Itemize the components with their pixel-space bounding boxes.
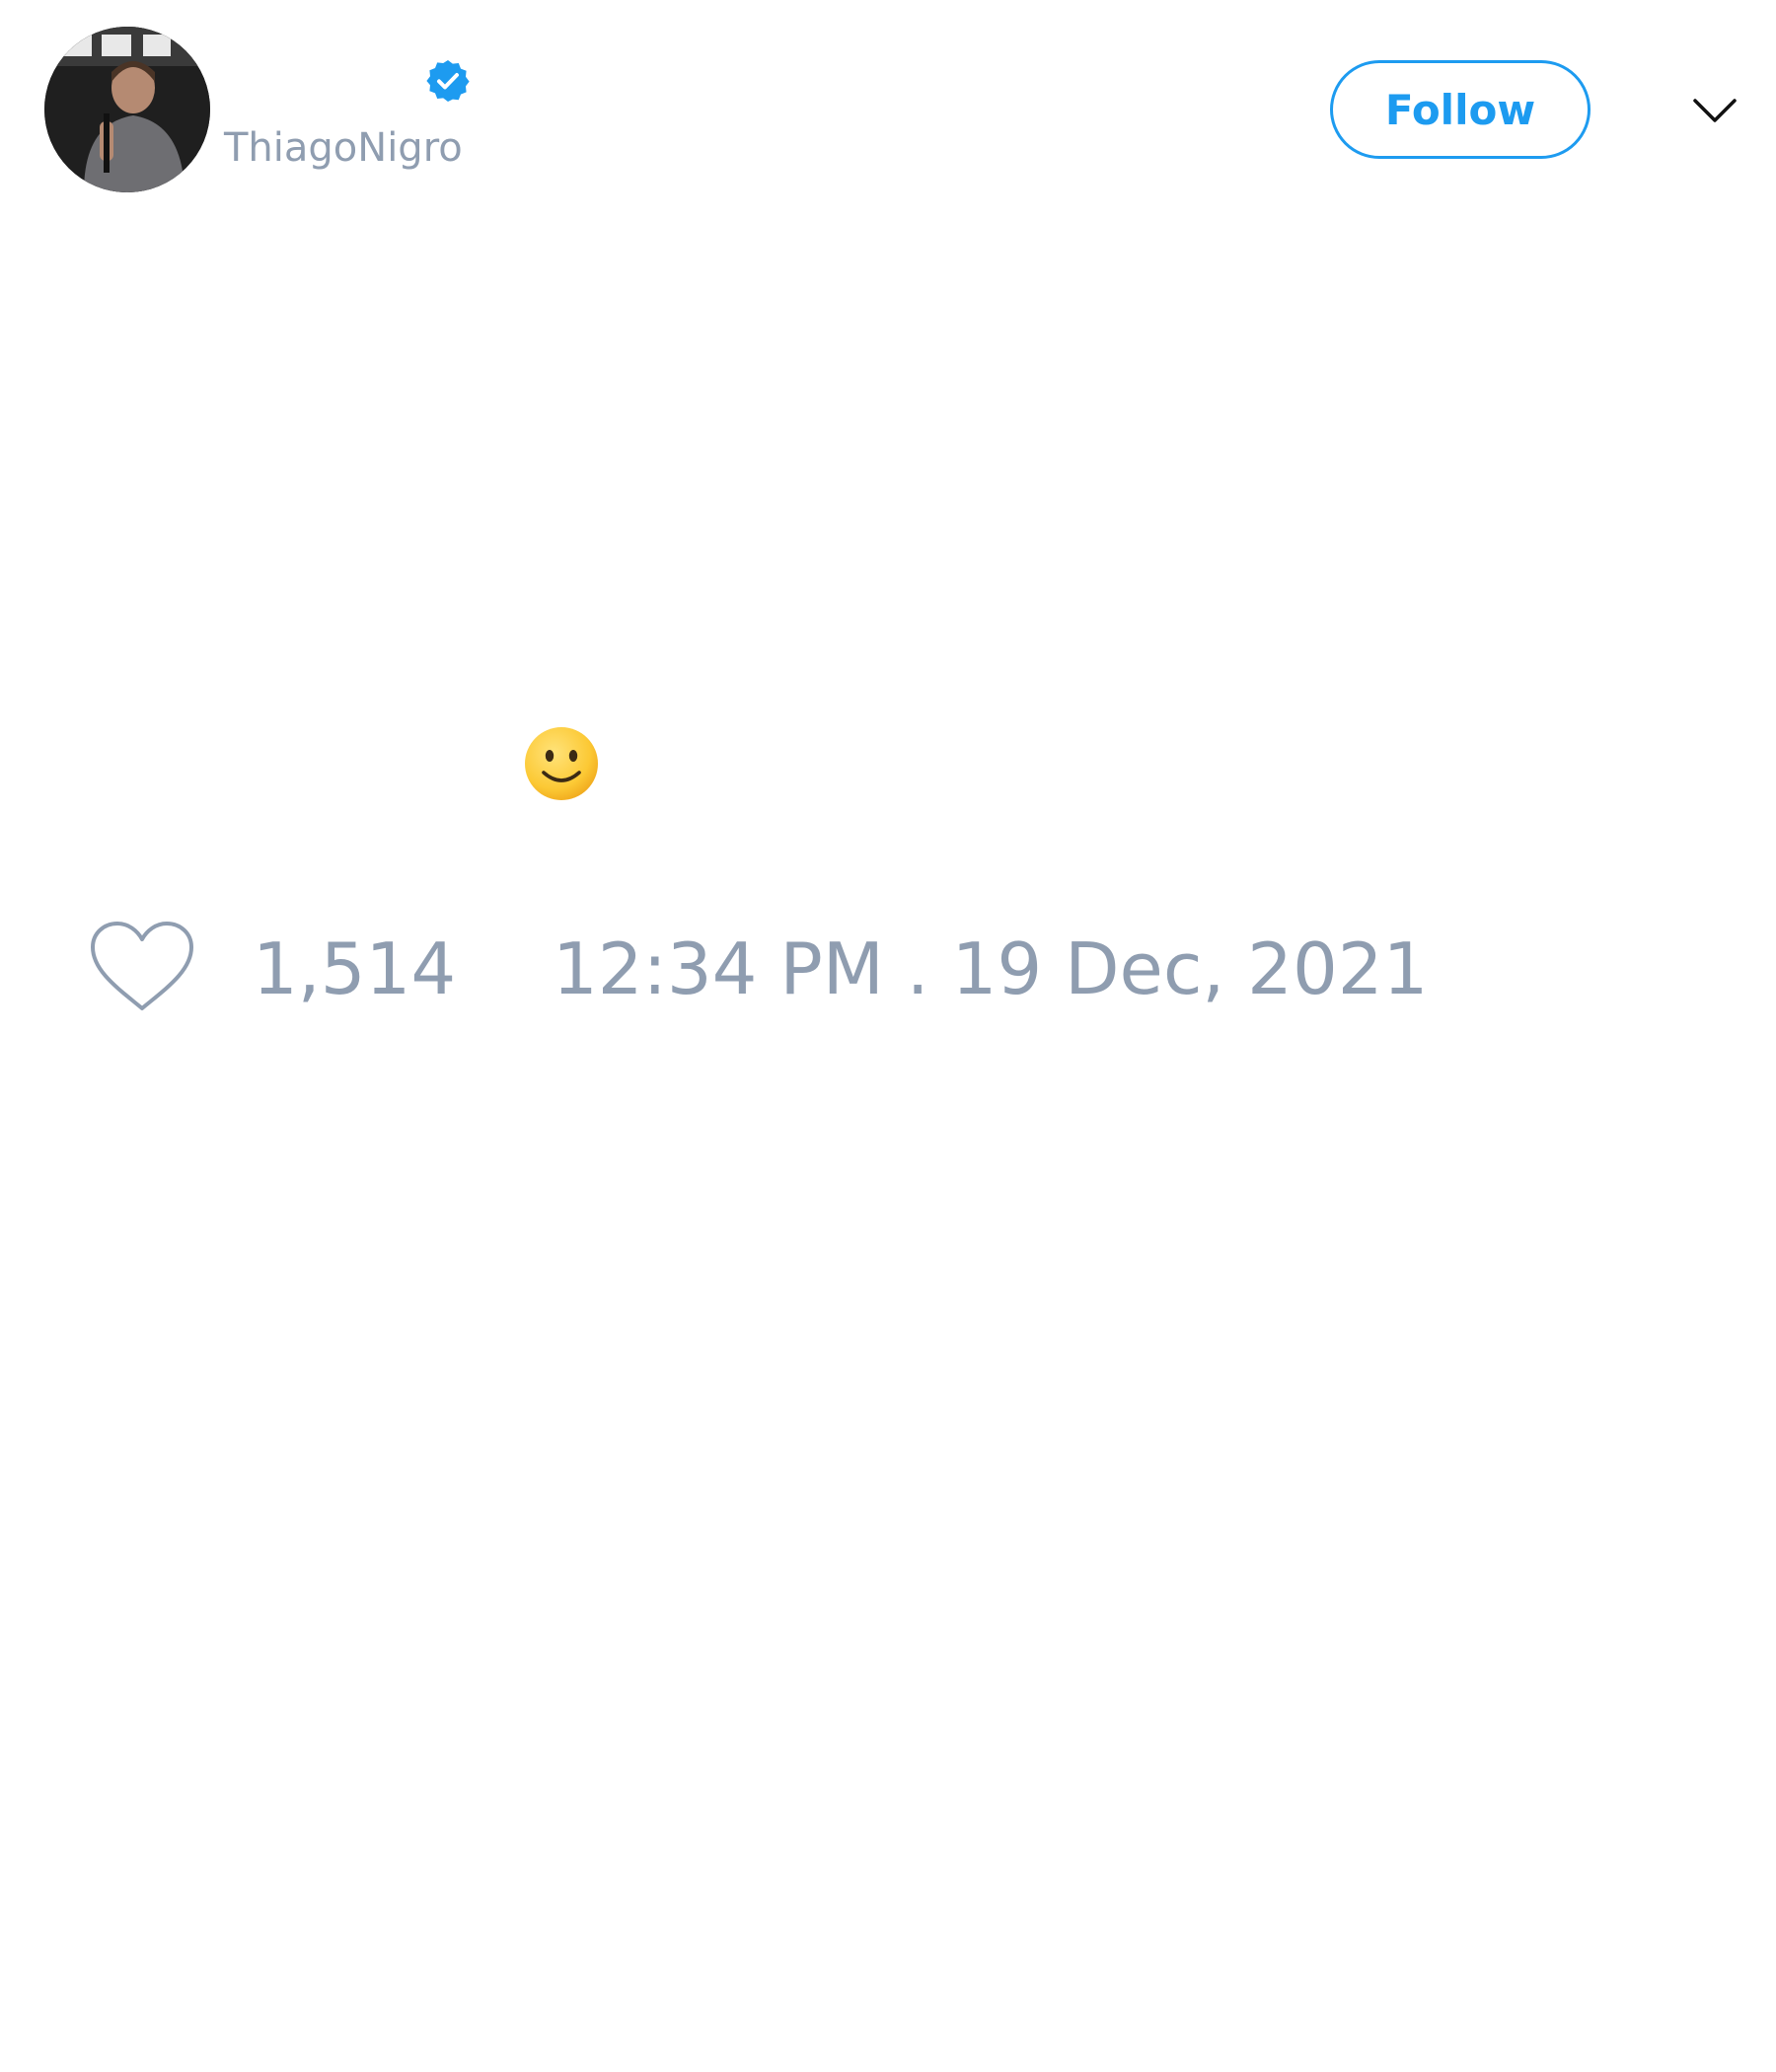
avatar-photo [44, 27, 210, 192]
follow-button[interactable]: Follow [1330, 60, 1591, 159]
tweet-timestamp[interactable]: 12:34 PM . 19 Dec, 2021 [553, 927, 1428, 1010]
slightly-smiling-face-emoji [525, 727, 598, 800]
user-handle[interactable]: ThiagoNigro [224, 124, 463, 172]
chevron-down-icon[interactable] [1691, 89, 1739, 130]
verified-badge-icon [426, 60, 470, 102]
heart-outline-icon[interactable] [89, 920, 195, 1014]
like-count: 1,514 [253, 927, 457, 1010]
avatar[interactable] [44, 27, 210, 192]
